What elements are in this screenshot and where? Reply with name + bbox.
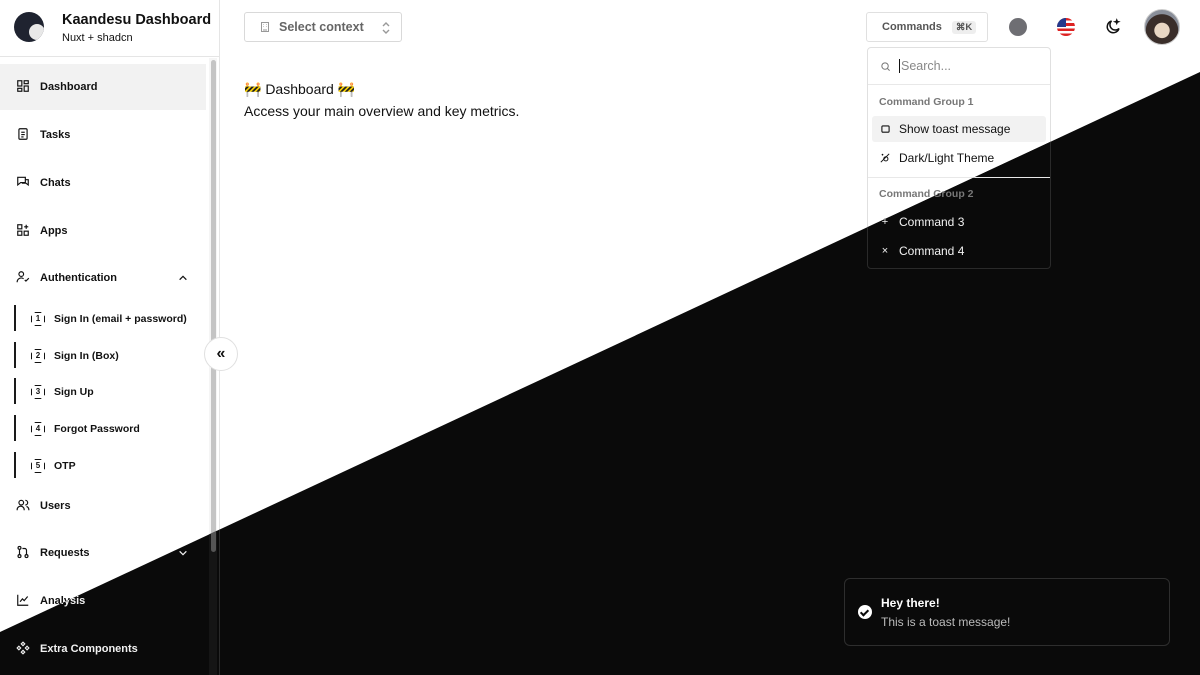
- sidebar-item-apps[interactable]: Apps: [0, 214, 206, 248]
- toast-title: Hey there!: [881, 596, 940, 610]
- commands-button[interactable]: Commands ⌘K: [866, 12, 988, 42]
- text-caret: [899, 59, 900, 73]
- clipboard-list-icon: [16, 127, 32, 143]
- square-icon: [880, 124, 890, 134]
- git-pull-request-icon: [16, 545, 32, 561]
- building-icon: [259, 21, 271, 33]
- collapse-sidebar-button[interactable]: «: [204, 337, 238, 371]
- sun-moon-icon: [880, 153, 890, 163]
- brand[interactable]: Kaandesu Dashboard Nuxt + shadcn: [14, 12, 214, 44]
- sidebar-item-label: Chats: [40, 177, 71, 189]
- number-badge-icon: 2: [31, 349, 45, 363]
- apps-grid-plus-icon: [16, 223, 32, 239]
- chart-line-icon: [16, 593, 32, 609]
- command-item-label: Dark/Light Theme: [899, 151, 995, 165]
- sidebar-subitem-label: Sign Up: [54, 386, 94, 398]
- chevron-up-icon: [178, 273, 188, 283]
- brand-title: Kaandesu Dashboard: [62, 12, 212, 28]
- users-icon: [16, 498, 32, 514]
- command-item-label: Show toast message: [899, 122, 1011, 136]
- number-badge-icon: 1: [31, 312, 45, 326]
- chevrons-up-down-icon: [381, 21, 391, 35]
- sidebar-item-authentication[interactable]: Authentication: [0, 261, 206, 295]
- commands-shortcut: ⌘K: [951, 20, 977, 34]
- brand-subtitle: Nuxt + shadcn: [62, 32, 133, 44]
- status-circle-icon[interactable]: [1009, 18, 1027, 36]
- sidebar-scrollbar-thumb[interactable]: [211, 60, 216, 552]
- command-search-input[interactable]: Search...: [901, 59, 951, 73]
- messages-icon: [16, 175, 32, 191]
- chevrons-left-icon: «: [216, 345, 226, 362]
- chevron-down-icon: [178, 548, 188, 558]
- sidebar-subitem-label: Sign In (email + password): [54, 313, 187, 325]
- page-description: Access your main overview and key metric…: [244, 103, 520, 119]
- sidebar-subitem-sign-in-box[interactable]: 2 Sign In (Box): [14, 342, 204, 370]
- command-search-field[interactable]: Search...: [868, 48, 1050, 85]
- toast-notification[interactable]: Hey there! This is a toast message!: [844, 578, 1170, 646]
- sidebar-item-label: Requests: [40, 547, 90, 559]
- toast-message: This is a toast message!: [881, 615, 1011, 629]
- number-badge-icon: 5: [31, 459, 45, 473]
- layout-dashboard-icon: [16, 79, 32, 95]
- sidebar-subitem-label: OTP: [54, 460, 76, 472]
- brand-divider: [0, 56, 219, 57]
- sidebar-subitem-sign-up[interactable]: 3 Sign Up: [14, 378, 204, 406]
- sidebar-item-chats[interactable]: Chats: [0, 166, 206, 200]
- command-group-label: Command Group 1: [879, 96, 974, 108]
- user-check-icon: [16, 270, 32, 286]
- number-badge-icon: 3: [31, 385, 45, 399]
- close-icon: ×: [881, 245, 889, 257]
- sidebar-item-label: Users: [40, 500, 71, 512]
- command-item-3[interactable]: + Command 3: [872, 209, 1046, 235]
- sidebar-subitem-label: Forgot Password: [54, 423, 140, 435]
- check-circle-icon: [858, 605, 872, 619]
- number-badge-icon: 4: [31, 422, 45, 436]
- sidebar-subitem-otp[interactable]: 5 OTP: [14, 452, 204, 480]
- sidebar-item-label: Apps: [40, 225, 68, 237]
- moon-star-icon[interactable]: [1104, 18, 1122, 36]
- sidebar-subitem-forgot-password[interactable]: 4 Forgot Password: [14, 415, 204, 443]
- sidebar-item-label: Dashboard: [40, 81, 98, 93]
- components-icon: [16, 641, 32, 657]
- avatar[interactable]: [1144, 9, 1180, 45]
- sidebar-subitem-label: Sign In (Box): [54, 350, 119, 362]
- brand-logo-icon: [14, 12, 44, 42]
- sidebar-item-label: Authentication: [40, 272, 117, 284]
- sidebar-item-label: Extra Components: [40, 643, 138, 655]
- command-item-label: Command 4: [899, 244, 965, 258]
- commands-label: Commands: [882, 21, 942, 33]
- sidebar-item-extra-components[interactable]: Extra Components: [0, 632, 206, 666]
- sidebar-item-label: Tasks: [40, 129, 71, 141]
- search-icon: [880, 61, 891, 72]
- command-item-show-toast[interactable]: Show toast message: [872, 116, 1046, 142]
- page-title: 🚧 Dashboard 🚧: [244, 81, 356, 97]
- command-item-label: Command 3: [899, 215, 965, 229]
- context-select[interactable]: Select context: [244, 12, 402, 42]
- context-select-placeholder: Select context: [279, 20, 364, 34]
- sidebar-subitem-sign-in-email[interactable]: 1 Sign In (email + password): [14, 305, 204, 333]
- command-item-4[interactable]: × Command 4: [872, 238, 1046, 264]
- sidebar-item-users[interactable]: Users: [0, 489, 206, 523]
- sidebar-item-dashboard[interactable]: Dashboard: [0, 64, 206, 110]
- us-flag-icon[interactable]: [1057, 18, 1075, 36]
- sidebar-item-tasks[interactable]: Tasks: [0, 118, 206, 152]
